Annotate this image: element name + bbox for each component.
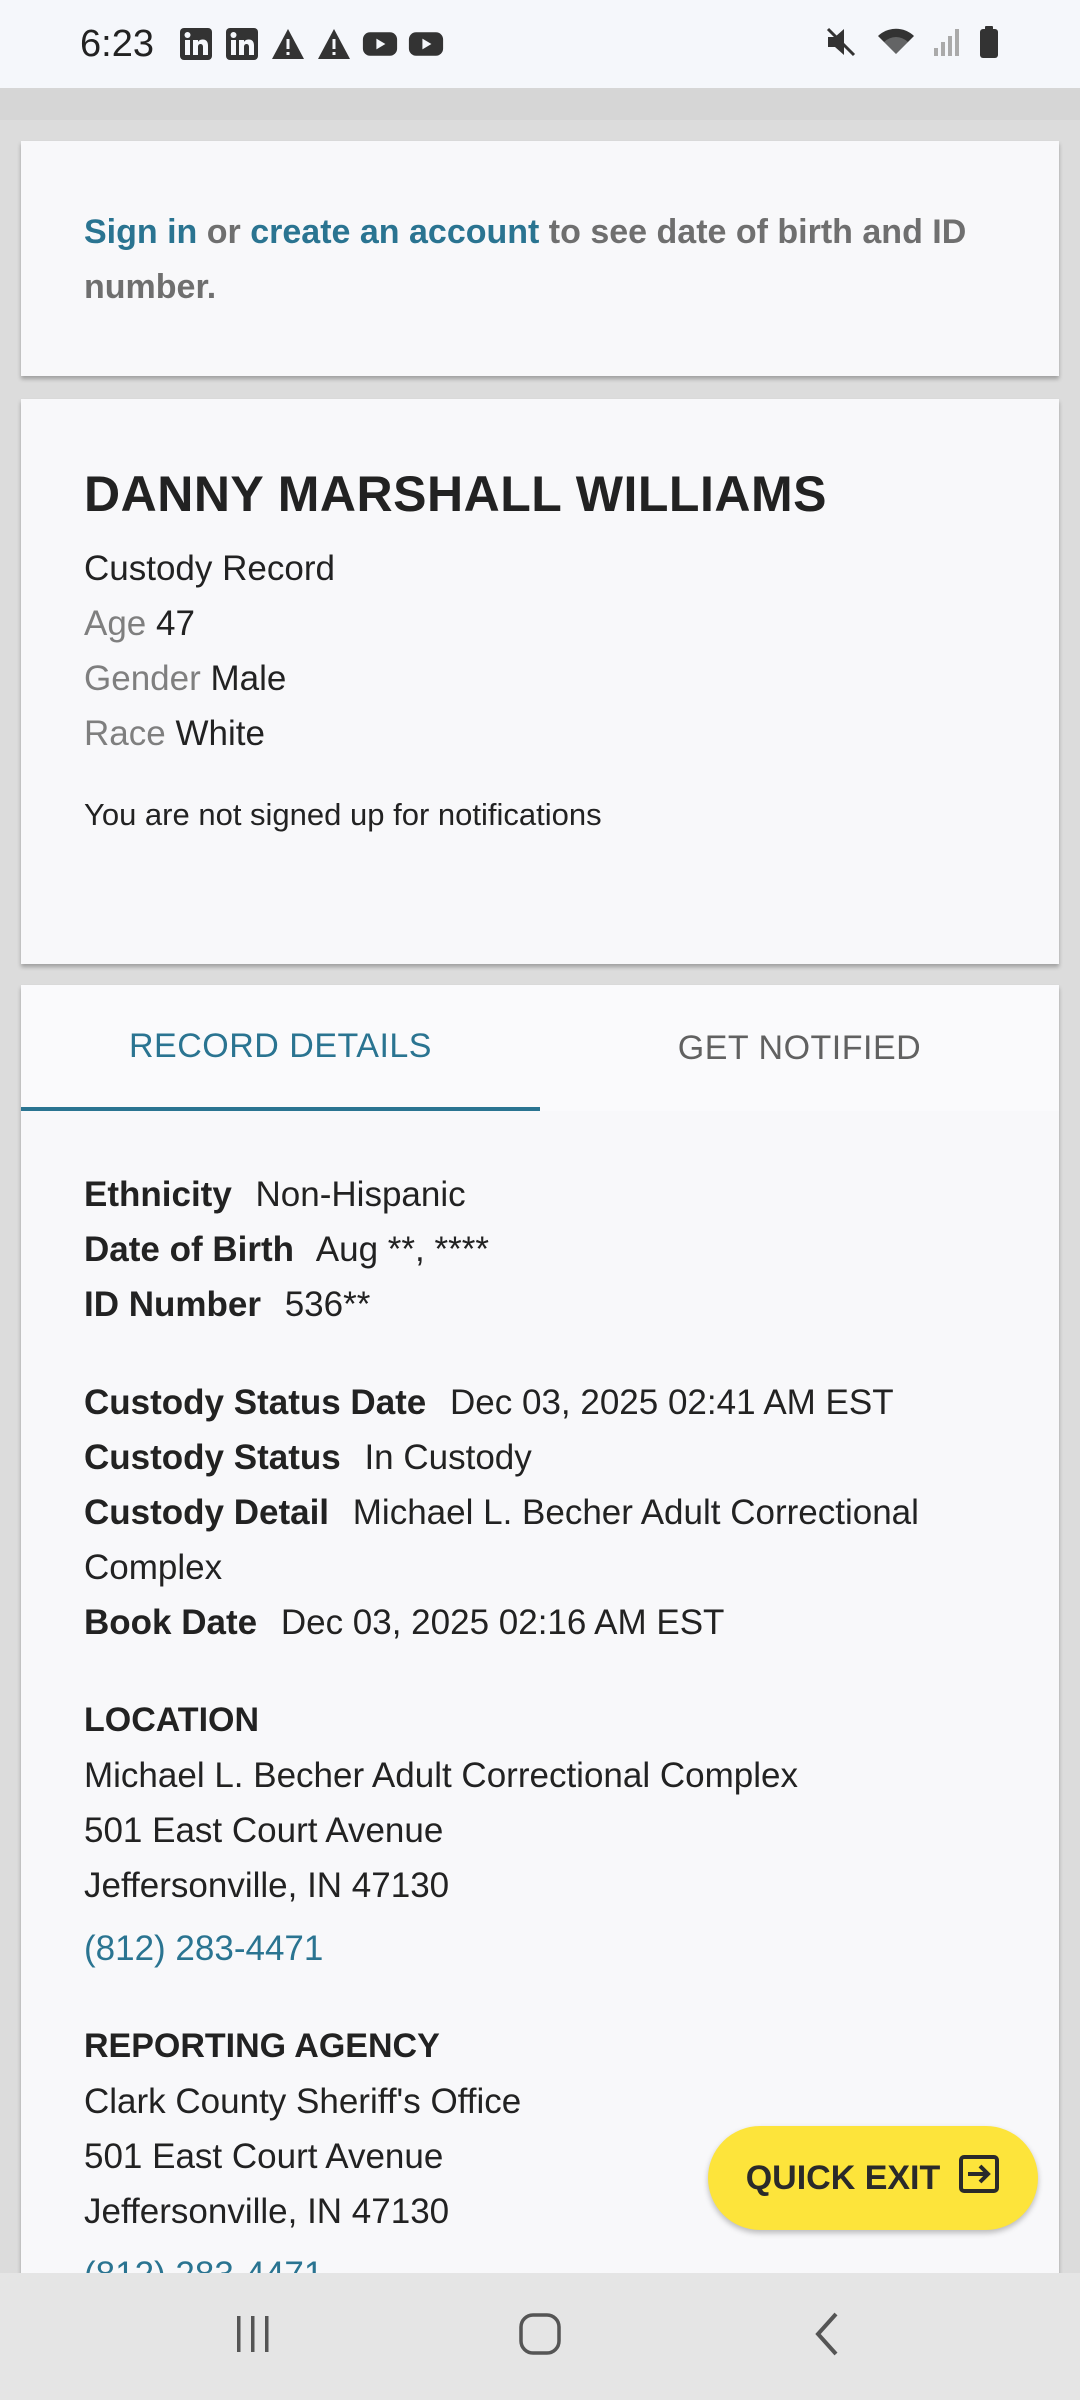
person-name: DANNY MARSHALL WILLIAMS [84,466,827,522]
ethnicity-row: Ethnicity Non-Hispanic [84,1167,996,1222]
tab-record-details[interactable]: RECORD DETAILS [21,985,540,1111]
status-time: 6:23 [80,22,154,65]
sign-in-link[interactable]: Sign in [84,213,197,251]
status-bar: 6:23 [0,0,1080,88]
location-name: Michael L. Becher Adult Correctional Com… [84,1756,798,1795]
header-band [0,88,1080,120]
status-left: 6:23 [80,23,444,66]
location-city: Jeffersonville, IN 47130 [84,1866,450,1905]
youtube-icon [408,26,444,62]
custody-status-row: Custody Status In Custody [84,1430,996,1485]
ethnicity-value: Non-Hispanic [255,1175,466,1214]
location-street: 501 East Court Avenue [84,1811,444,1850]
record-type: Custody Record [84,549,335,588]
ethnicity-label: Ethnicity [84,1175,232,1214]
home-icon [517,2311,563,2362]
book-date-value: Dec 03, 2025 02:16 AM EST [280,1603,725,1642]
custody-detail-row: Custody Detail Michael L. Becher Adult C… [84,1485,996,1595]
youtube-icon [362,26,398,62]
back-icon [810,2310,844,2363]
quick-exit-button[interactable]: QUICK EXIT [708,2126,1038,2230]
person-summary-card: DANNY MARSHALL WILLIAMS Custody Record A… [21,399,1059,964]
age-label: Age [84,604,147,643]
location-title: LOCATION [84,1701,260,1739]
race-value: White [175,714,265,753]
recents-icon [231,2312,275,2361]
id-number-value: 536** [284,1285,371,1324]
agency-phone-link[interactable]: (812) 283-4471 [84,2247,996,2275]
custody-status-date-row: Custody Status Date Dec 03, 2025 02:41 A… [84,1375,996,1430]
signal-icon [932,26,962,63]
custody-status-date-label: Custody Status Date [84,1383,427,1422]
age-value: 47 [156,604,195,643]
id-number-row: ID Number 536** [84,1277,996,1332]
age-row: Age 47 [84,596,996,651]
custody-group: Custody Status Date Dec 03, 2025 02:41 A… [84,1375,996,1650]
identity-group: Ethnicity Non-Hispanic Date of Birth Aug… [84,1167,996,1332]
exit-icon [958,2154,1000,2203]
linkedin-icon [224,26,260,62]
linkedin-icon [178,26,214,62]
recents-button[interactable] [208,2292,298,2382]
signin-card: Sign in or create an account to see date… [21,141,1059,376]
book-date-row: Book Date Dec 03, 2025 02:16 AM EST [84,1595,996,1650]
mute-icon [824,25,860,64]
warning-icon [316,26,352,62]
dob-value: Aug **, **** [315,1230,489,1269]
book-date-label: Book Date [84,1603,258,1642]
race-row: Race White [84,706,996,761]
tab-get-notified[interactable]: GET NOTIFIED [540,985,1059,1111]
custody-status-date-value: Dec 03, 2025 02:41 AM EST [450,1383,894,1422]
custody-status-value: In Custody [364,1438,532,1477]
back-button[interactable] [782,2292,872,2382]
status-right [824,25,1000,64]
signin-prompt: Sign in or create an account to see date… [84,205,996,315]
custody-detail-label: Custody Detail [84,1493,330,1532]
custody-status-label: Custody Status [84,1438,341,1477]
gender-row: Gender Male [84,651,996,706]
agency-title: REPORTING AGENCY [84,2027,440,2065]
create-account-link[interactable]: create an account [250,213,539,251]
dob-row: Date of Birth Aug **, **** [84,1222,996,1277]
quick-exit-label: QUICK EXIT [745,2158,941,2197]
tab-bar: RECORD DETAILS GET NOTIFIED [21,985,1059,1111]
notification-status: You are not signed up for notifications [84,797,602,832]
battery-icon [978,25,1000,64]
dob-label: Date of Birth [84,1230,294,1269]
details-card: RECORD DETAILS GET NOTIFIED Ethnicity No… [21,985,1059,2275]
signin-or-text: or [197,213,251,251]
gender-label: Gender [84,659,201,698]
gender-value: Male [210,659,287,698]
location-section: LOCATION Michael L. Becher Adult Correct… [84,1693,996,1976]
id-number-label: ID Number [84,1285,261,1324]
agency-name: Clark County Sheriff's Office [84,2082,522,2121]
record-details-panel: Ethnicity Non-Hispanic Date of Birth Aug… [21,1111,1059,2275]
system-nav-bar [0,2273,1080,2400]
race-label: Race [84,714,166,753]
home-button[interactable] [495,2292,585,2382]
warning-icon [270,26,306,62]
wifi-icon [876,26,916,63]
location-phone-link[interactable]: (812) 283-4471 [84,1921,996,1976]
